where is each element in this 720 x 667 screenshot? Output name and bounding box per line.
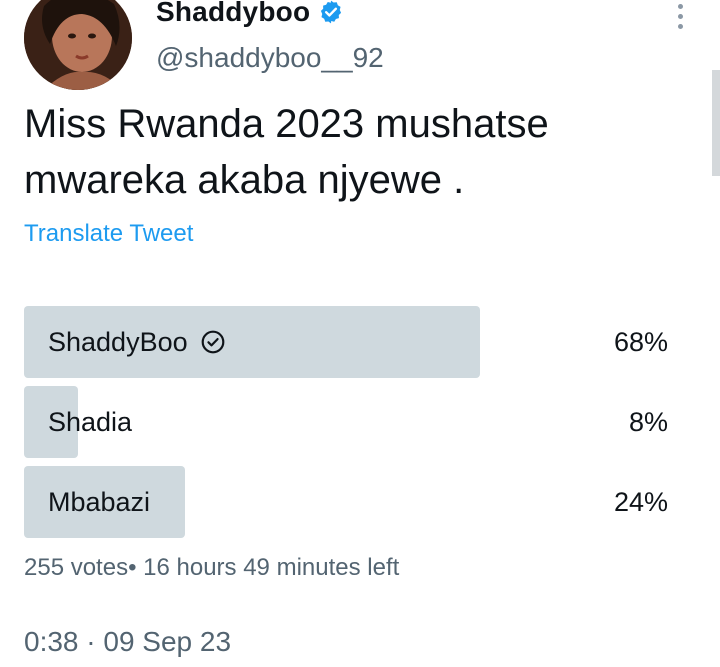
poll-option-percent: 8%	[628, 406, 668, 437]
poll-option-percent: 24%	[613, 486, 668, 517]
more-options-icon[interactable]	[670, 0, 690, 34]
author-avatar[interactable]	[24, 0, 132, 90]
profile-photo	[24, 0, 132, 90]
author-name-row[interactable]: Shaddyboo	[156, 0, 344, 28]
poll-option-label-wrap: Mbabazi	[48, 466, 150, 538]
author-display-name[interactable]: Shaddyboo	[156, 0, 310, 28]
poll-option[interactable]: Shadia 8%	[24, 386, 668, 458]
author-handle[interactable]: @shaddyboo__92	[156, 42, 384, 74]
selected-check-circle-icon	[201, 330, 224, 354]
poll-vote-summary: 255 votes• 16 hours 49 minutes left	[24, 554, 400, 581]
poll-option-label-wrap: ShaddyBoo	[48, 306, 226, 378]
poll-option-label-wrap: Shadia	[48, 386, 132, 458]
poll-option[interactable]: Mbabazi 24%	[24, 466, 668, 538]
scrollbar-thumb[interactable]	[712, 70, 720, 176]
poll-option[interactable]: ShaddyBoo 68%	[24, 306, 668, 378]
verified-badge-icon	[321, 0, 342, 24]
poll-option-label: ShaddyBoo	[48, 326, 188, 357]
poll-option-label: Mbabazi	[48, 486, 151, 517]
translate-tweet-link[interactable]: Translate Tweet	[24, 220, 193, 248]
tweet-timestamp[interactable]: 0:38 · 09 Sep 23	[24, 626, 231, 658]
poll-option-percent: 68%	[613, 326, 668, 357]
tweet-text: Miss Rwanda 2023 mushatse mwareka akaba …	[24, 102, 549, 202]
poll-option-label: Shadia	[48, 406, 133, 437]
